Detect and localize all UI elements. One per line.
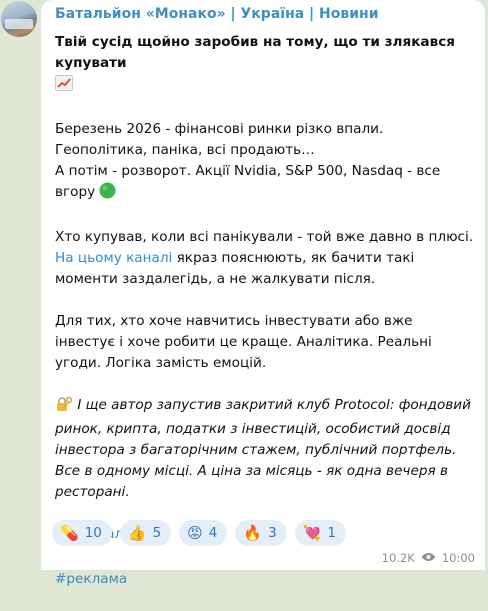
reactions-bar: 💊 10 👍 5 😡 4 🔥 3 💘 1 <box>52 520 346 546</box>
reaction-heart-arrow[interactable]: 💘 1 <box>294 520 346 546</box>
message-time: 10:00 <box>441 551 475 565</box>
message-meta: 10.2K 10:00 <box>382 551 475 565</box>
thumbs-up-icon: 👍 <box>127 523 147 542</box>
pill-icon: 💊 <box>60 523 79 542</box>
channel-link[interactable]: На цьому каналі <box>55 250 172 266</box>
hashtag-link[interactable]: #реклама <box>55 571 127 587</box>
fire-icon: 🔥 <box>243 523 263 542</box>
reaction-pill[interactable]: 💊 10 <box>52 520 112 546</box>
view-count: 10.2K <box>381 551 415 565</box>
reaction-count: 1 <box>327 525 336 541</box>
lock-key-icon <box>55 396 73 419</box>
post-paragraph-1a: Березень 2026 - фінансові ринки різко вп… <box>55 121 384 158</box>
eye-icon <box>421 551 436 565</box>
reaction-count: 3 <box>268 525 277 541</box>
channel-name[interactable]: Батальйон «Монако» | Україна | Новини <box>55 6 379 22</box>
green-circle-icon <box>99 182 116 206</box>
heart-arrow-icon: 💘 <box>302 523 322 542</box>
reaction-count: 10 <box>84 525 102 541</box>
angry-face-icon: 😡 <box>187 523 203 542</box>
reaction-count: 5 <box>152 525 162 541</box>
reaction-thumbs-up[interactable]: 👍 5 <box>119 520 172 546</box>
post-paragraph-4: І ще автор запустив закритий клуб Protoc… <box>55 397 471 500</box>
channel-avatar[interactable] <box>1 1 37 37</box>
reaction-fire[interactable]: 🔥 3 <box>235 520 287 546</box>
reaction-angry[interactable]: 😡 4 <box>179 520 228 546</box>
post-paragraph-2a: Хто купував, коли всі панікували - той в… <box>55 229 474 245</box>
post-paragraph-3: Для тих, хто хоче навчитись інвестувати … <box>55 313 432 371</box>
post-headline: Твій сусід щойно заробив на тому, що ти … <box>55 34 455 71</box>
reaction-count: 4 <box>208 525 218 541</box>
message-bubble: Батальйон «Монако» | Україна | Новини Тв… <box>41 0 485 587</box>
chart-increasing-icon <box>55 75 73 98</box>
